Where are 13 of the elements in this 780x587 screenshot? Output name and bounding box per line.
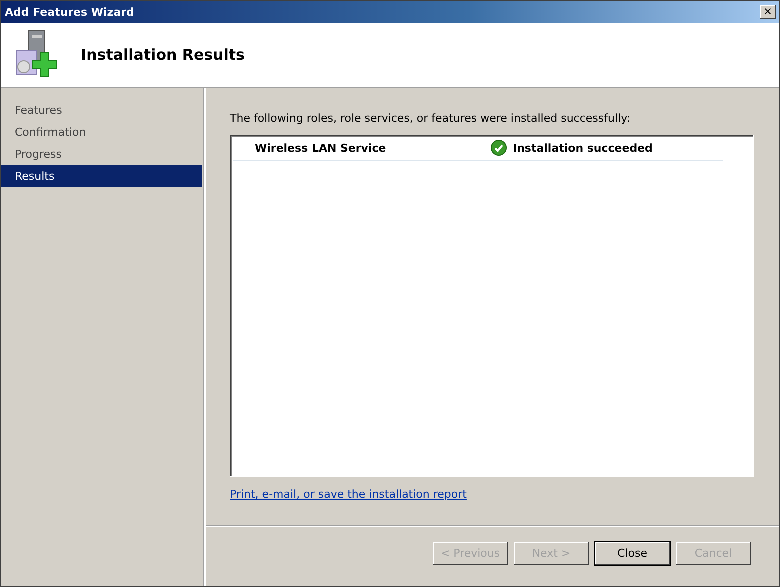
window-title: Add Features Wizard bbox=[5, 6, 134, 18]
install-status: Installation succeeded bbox=[513, 142, 653, 154]
sidebar-item[interactable]: Features bbox=[1, 99, 202, 121]
sidebar-item[interactable]: Confirmation bbox=[1, 121, 202, 143]
wizard-button[interactable]: Close bbox=[595, 542, 670, 564]
sidebar-item[interactable]: Results bbox=[1, 165, 202, 187]
sidebar-item[interactable]: Progress bbox=[1, 143, 202, 165]
close-button[interactable]: × bbox=[760, 5, 776, 19]
page-title: Installation Results bbox=[81, 46, 245, 64]
intro-text: The following roles, role services, or features were installed successfully: bbox=[230, 112, 632, 125]
feature-name: Wireless LAN Service bbox=[254, 142, 388, 154]
report-link[interactable]: Print, e-mail, or save the installation report bbox=[230, 488, 467, 501]
success-check-icon bbox=[491, 140, 507, 156]
